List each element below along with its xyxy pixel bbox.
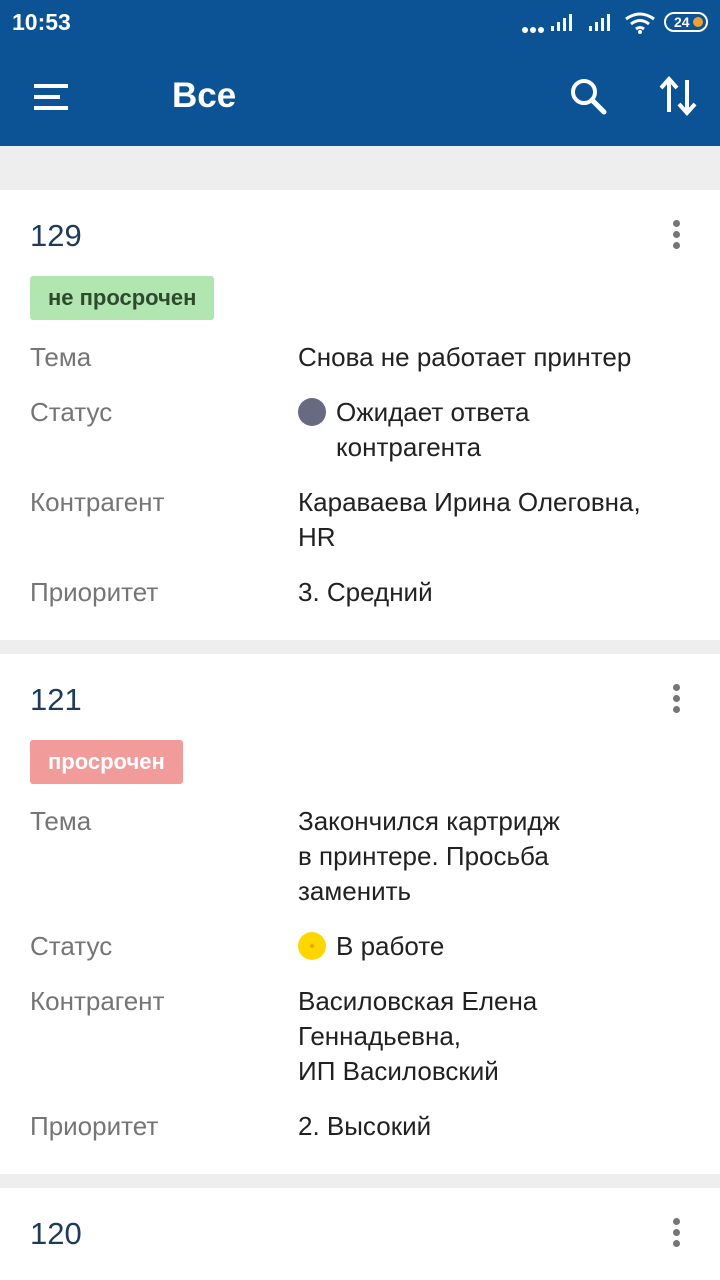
overdue-status-badge: просрочен <box>30 740 183 784</box>
status-value: Ожидает ответа контрагента <box>298 395 690 465</box>
status-text: В работе <box>336 931 445 961</box>
ticket-card[interactable]: 129 не просрочен Тема Снова не работает … <box>0 190 720 640</box>
battery-level: 24 <box>674 14 690 30</box>
more-notifications-icon <box>522 20 546 38</box>
more-options-icon[interactable] <box>668 684 684 716</box>
search-icon[interactable] <box>566 74 610 118</box>
topic-value: Снова не работает принтер <box>298 342 632 372</box>
status-value: В работе <box>298 929 690 964</box>
priority-value: 2. Высокий <box>298 1111 432 1141</box>
topic-value: Закончился картридж в принтере. Просьба … <box>298 806 560 906</box>
priority-label: Приоритет <box>30 1111 159 1141</box>
status-row: Статус Ожидает ответа контрагента <box>30 395 690 465</box>
topic-label: Тема <box>30 806 92 836</box>
status-label: Статус <box>30 397 113 427</box>
overdue-status-badge: не просрочен <box>30 276 215 320</box>
priority-row: Приоритет 2. Высокий <box>30 1109 690 1144</box>
signal-icon <box>551 14 572 31</box>
status-text: Ожидает ответа контрагента <box>336 397 530 462</box>
ticket-card[interactable]: 120 <box>0 1188 720 1280</box>
battery-icon: 24 <box>664 12 708 32</box>
topic-row: Тема Снова не работает принтер <box>30 340 690 375</box>
counterparty-value: Караваева Ирина Олеговна, HR <box>298 487 641 552</box>
ticket-number: 121 <box>30 682 82 717</box>
ticket-card[interactable]: 121 просрочен Тема Закончился картридж в… <box>0 654 720 1174</box>
sort-icon[interactable] <box>656 74 700 118</box>
menu-icon[interactable] <box>32 82 72 112</box>
counterparty-label: Контрагент <box>30 487 165 517</box>
counterparty-row: Контрагент Василовская Елена Геннадьевна… <box>30 984 690 1089</box>
app-bar: Все <box>0 44 720 146</box>
status-time: 10:53 <box>12 9 71 35</box>
counterparty-value: Василовская Елена Геннадьевна, ИП Васило… <box>298 986 538 1086</box>
status-dot-icon <box>298 932 326 960</box>
priority-label: Приоритет <box>30 577 159 607</box>
counterparty-label: Контрагент <box>30 986 165 1016</box>
counterparty-row: Контрагент Караваева Ирина Олеговна, HR <box>30 485 690 555</box>
page-title: Все <box>172 76 237 115</box>
topic-row: Тема Закончился картридж в принтере. Про… <box>30 804 690 909</box>
ticket-number: 120 <box>30 1216 82 1251</box>
status-row: Статус В работе <box>30 929 690 964</box>
status-label: Статус <box>30 931 113 961</box>
status-dot-icon <box>298 398 326 426</box>
ticket-list: 129 не просрочен Тема Снова не работает … <box>0 190 720 1280</box>
topic-label: Тема <box>30 342 92 372</box>
priority-row: Приоритет 3. Средний <box>30 575 690 610</box>
wifi-icon <box>625 12 655 34</box>
more-options-icon[interactable] <box>668 1218 684 1250</box>
signal-icon-2 <box>589 14 610 31</box>
ticket-number: 129 <box>30 218 82 253</box>
priority-value: 3. Средний <box>298 577 433 607</box>
status-bar: 10:53 24 <box>0 0 720 44</box>
more-options-icon[interactable] <box>668 220 684 252</box>
